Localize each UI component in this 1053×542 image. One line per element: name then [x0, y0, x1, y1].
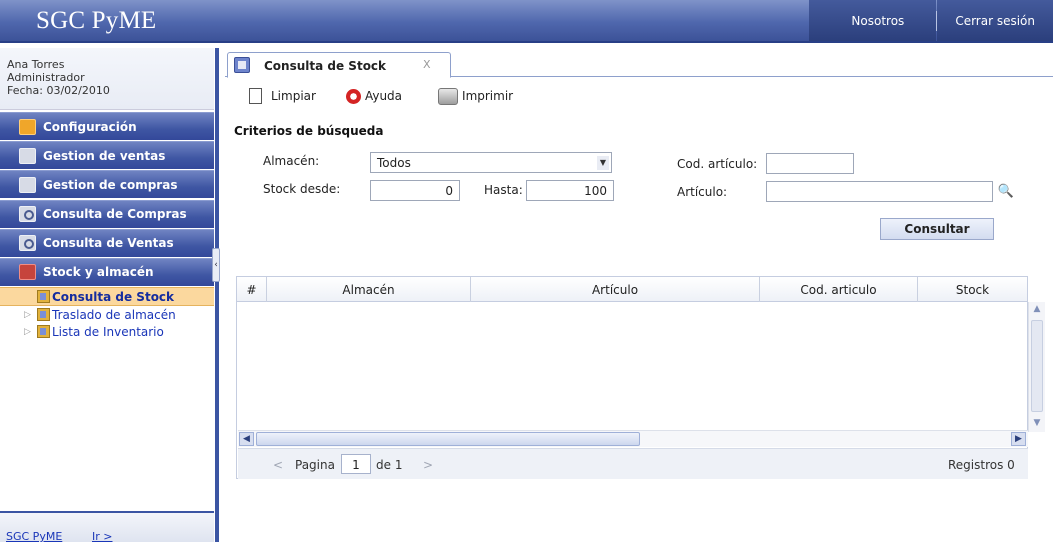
- sidebar-splitter[interactable]: [215, 48, 219, 542]
- scroll-right-icon[interactable]: ▶: [1011, 432, 1026, 446]
- document-icon: [37, 325, 50, 339]
- submenu-item-label: Lista de Inventario: [52, 324, 164, 339]
- user-role: Administrador: [7, 71, 85, 84]
- menu-item-label: Gestion de compras: [43, 177, 178, 192]
- clear-button[interactable]: Limpiar: [249, 88, 316, 104]
- next-page-button[interactable]: >: [423, 458, 433, 472]
- warehouse-select-value: Todos: [377, 156, 411, 170]
- column-header-stock[interactable]: Stock: [918, 277, 1027, 302]
- help-label: Ayuda: [364, 89, 403, 103]
- menu-item-label: Stock y almacén: [43, 265, 154, 280]
- item-code-input[interactable]: [766, 153, 854, 174]
- tab-bar: Consulta de Stock X: [225, 48, 1053, 78]
- records-count: Registros 0: [948, 458, 1015, 472]
- warehouse-select[interactable]: Todos ▼: [370, 152, 612, 173]
- print-button[interactable]: Imprimir: [438, 87, 514, 105]
- lifebuoy-icon: [345, 88, 361, 104]
- help-button[interactable]: Ayuda: [345, 88, 403, 104]
- tab-title: Consulta de Stock: [264, 59, 387, 73]
- search-icon: [19, 206, 36, 223]
- footer-app-link[interactable]: SGC PyME: [6, 530, 62, 542]
- pager: < Pagina 1 de 1 > Registros 0: [238, 448, 1028, 479]
- settings-icon: [19, 118, 36, 135]
- close-icon[interactable]: X: [423, 58, 431, 71]
- menu-item-consulta-ventas[interactable]: Consulta de Ventas: [0, 228, 214, 257]
- menu-item-label: Gestion de ventas: [43, 148, 166, 163]
- column-header-index[interactable]: #: [237, 277, 267, 302]
- footer-go-link[interactable]: Ir >: [92, 530, 112, 542]
- collapse-sidebar-icon[interactable]: ‹: [212, 248, 220, 282]
- expand-arrow-icon[interactable]: ▷: [24, 327, 34, 337]
- item-label: Artículo:: [677, 185, 728, 199]
- consultar-button[interactable]: Consultar: [880, 218, 994, 240]
- grid-horizontal-scrollbar[interactable]: ◀ ▶: [238, 430, 1028, 447]
- user-name: Ana Torres: [7, 58, 65, 71]
- folder-icon: [19, 176, 36, 193]
- page-number-input[interactable]: 1: [341, 454, 371, 474]
- menu-item-label: Configuración: [43, 119, 137, 134]
- app-window: SGC PyME Nosotros Cerrar sesión Ana Torr…: [0, 0, 1053, 542]
- search-icon: [19, 235, 36, 252]
- menu-item-consulta-compras[interactable]: Consulta de Compras: [0, 199, 214, 228]
- stock-from-label: Stock desde:: [263, 182, 341, 196]
- submenu-item-consulta-stock[interactable]: Consulta de Stock: [0, 287, 214, 307]
- scroll-up-icon[interactable]: ▲: [1029, 304, 1045, 314]
- vertical-scroll-thumb[interactable]: [1031, 320, 1043, 412]
- document-icon: [37, 290, 50, 304]
- horizontal-scroll-thumb[interactable]: [256, 432, 640, 446]
- document-icon: [37, 308, 50, 322]
- tab-consulta-stock[interactable]: Consulta de Stock X: [227, 52, 451, 78]
- prev-page-button[interactable]: <: [273, 458, 283, 472]
- menu-item-label: Consulta de Compras: [43, 207, 187, 222]
- menu-item-label: Consulta de Ventas: [43, 236, 174, 251]
- page-count: de 1: [376, 458, 403, 472]
- stock-from-input[interactable]: 0: [370, 180, 460, 201]
- print-label: Imprimir: [462, 89, 514, 103]
- stock-to-input[interactable]: 100: [526, 180, 614, 201]
- criteria-title: Criterios de búsqueda: [234, 124, 384, 138]
- item-code-label: Cod. artículo:: [677, 157, 758, 171]
- folder-icon: [19, 147, 36, 164]
- column-header-almacen[interactable]: Almacén: [267, 277, 471, 302]
- stock-to-label: Hasta:: [484, 183, 523, 197]
- column-header-articulo[interactable]: Artículo: [471, 277, 760, 302]
- menu-item-stock-almacen[interactable]: Stock y almacén: [0, 257, 214, 286]
- scroll-left-icon[interactable]: ◀: [239, 432, 254, 446]
- item-input[interactable]: [766, 181, 993, 202]
- page-label: Pagina: [295, 458, 335, 472]
- menu-item-gestion-compras[interactable]: Gestion de compras: [0, 170, 214, 199]
- search-item-icon[interactable]: 🔍: [995, 184, 1017, 200]
- submenu-item-traslado[interactable]: ▷ Traslado de almacén: [0, 306, 214, 323]
- sidebar-footer: SGC PyME Ir >: [0, 511, 214, 542]
- session-date: Fecha: 03/02/2010: [7, 84, 110, 97]
- scroll-down-icon[interactable]: ▼: [1029, 418, 1045, 428]
- warehouse-label: Almacén:: [263, 154, 320, 168]
- menu-item-configuracion[interactable]: Configuración: [0, 112, 214, 140]
- menu-item-gestion-ventas[interactable]: Gestion de ventas: [0, 141, 214, 170]
- about-link[interactable]: Nosotros: [809, 0, 937, 41]
- column-header-cod-articulo[interactable]: Cod. articulo: [760, 277, 918, 302]
- top-header: SGC PyME Nosotros Cerrar sesión: [0, 0, 1053, 43]
- submenu-item-label: Consulta de Stock: [52, 289, 175, 304]
- document-icon: [234, 57, 250, 73]
- blank-document-icon: [249, 88, 262, 104]
- warehouse-icon: [19, 264, 36, 281]
- dropdown-arrow-icon[interactable]: ▼: [597, 156, 609, 170]
- main-menu: Configuración Gestion de ventas Gestion …: [0, 112, 214, 340]
- logout-link[interactable]: Cerrar sesión: [937, 0, 1053, 41]
- grid-body: [237, 303, 1027, 431]
- sidebar: Ana Torres Administrador Fecha: 03/02/20…: [0, 48, 218, 542]
- printer-icon: [438, 87, 459, 105]
- app-logo: SGC PyME: [36, 7, 157, 34]
- grid-vertical-scrollbar[interactable]: ▲ ▼: [1028, 302, 1045, 432]
- clear-label: Limpiar: [271, 89, 316, 103]
- top-links: Nosotros Cerrar sesión: [809, 0, 1053, 41]
- toolbar: Limpiar Ayuda Imprimir: [229, 84, 535, 108]
- submenu-item-label: Traslado de almacén: [52, 307, 176, 322]
- stock-submenu: Consulta de Stock ▷ Traslado de almacén …: [0, 287, 214, 340]
- grid-header: # Almacén Artículo Cod. articulo Stock: [237, 277, 1027, 302]
- user-info: Ana Torres Administrador Fecha: 03/02/20…: [0, 48, 214, 110]
- expand-arrow-icon[interactable]: ▷: [24, 310, 34, 320]
- submenu-item-inventario[interactable]: ▷ Lista de Inventario: [0, 323, 214, 340]
